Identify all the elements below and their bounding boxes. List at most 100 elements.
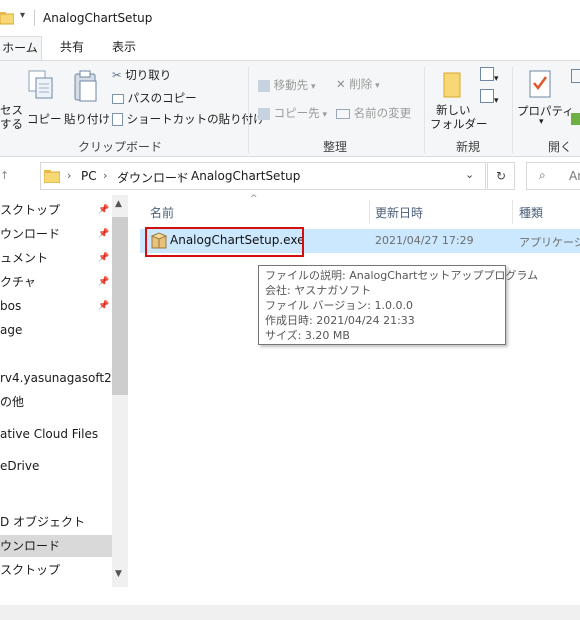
nav-item-onedrive[interactable]: eDrive	[0, 455, 112, 477]
nav-label: eDrive	[0, 459, 40, 473]
chevron-down-icon[interactable]: ⌄	[465, 168, 474, 181]
pin-icon: 📌	[98, 301, 110, 311]
chevron-right-icon[interactable]: ›	[103, 169, 107, 182]
new-folder-button[interactable]: 新しい フォルダー	[430, 69, 488, 135]
copy-path-button[interactable]: パスのコピー	[112, 90, 197, 106]
nav-label: bos	[0, 299, 22, 313]
file-type: アプリケーション	[519, 236, 580, 249]
nav-label: ウンロード	[0, 227, 61, 241]
nav-item-server[interactable]: rv4.yasunagasoft2.com	[0, 367, 112, 389]
address-row: ↑ › PC › ダウンロード › AnalogChartSetup ⌄ ↻ ⌕…	[0, 157, 580, 195]
properties-button[interactable]: プロパティ ▾	[517, 69, 574, 135]
new-folder-icon	[443, 72, 461, 98]
tooltip-description: ファイルの説明: AnalogChartセットアッププログラム	[265, 269, 539, 282]
nav-item-other[interactable]: の他	[0, 391, 112, 413]
cut-button[interactable]: ✂ 切り取り	[112, 67, 171, 83]
highlight-box	[145, 227, 304, 257]
copy-to-icon	[258, 107, 270, 120]
delete-button[interactable]: ✕ 削除 ▾	[336, 76, 380, 92]
properties-label: プロパティ	[517, 104, 574, 118]
ribbon-separator	[424, 67, 425, 153]
search-input[interactable]: ⌕ An	[526, 162, 580, 190]
refresh-button[interactable]: ↻	[487, 162, 515, 190]
tooltip-size: サイズ: 3.20 MB	[265, 329, 350, 342]
column-divider[interactable]	[369, 200, 370, 224]
nav-item-age[interactable]: age	[0, 319, 112, 341]
nav-item-3d-objects[interactable]: D オブジェクト	[0, 511, 112, 533]
pin-icon: 📌	[98, 277, 110, 287]
new-group-label: 新規	[455, 140, 480, 154]
column-header-modified[interactable]: 更新日時	[375, 204, 423, 222]
copy-button[interactable]: コピー	[26, 69, 62, 133]
copy-to-label: コピー先	[273, 106, 320, 120]
folder-icon	[0, 12, 14, 25]
breadcrumb-pc[interactable]: PC	[81, 169, 97, 183]
cut-label: 切り取り	[125, 68, 172, 82]
new-item-button[interactable]: ▾	[480, 67, 499, 84]
paste-shortcut-button[interactable]: ショートカットの貼り付け	[112, 111, 265, 127]
tab-home[interactable]: ホーム	[0, 36, 42, 61]
quick-access-pin-button[interactable]: セス する	[0, 103, 23, 131]
move-icon	[258, 79, 270, 92]
chevron-right-icon[interactable]: ›	[177, 169, 181, 182]
copy-path-label: パスのコピー	[127, 91, 197, 105]
nav-item-desktop[interactable]: スクトップ	[0, 559, 112, 581]
quick-access-dropdown-icon[interactable]: ▾	[20, 10, 25, 21]
edit-icon-partial[interactable]	[571, 113, 580, 128]
move-to-label: 移動先	[273, 78, 309, 92]
column-divider[interactable]	[512, 200, 513, 224]
ribbon-tabs: ホーム 共有 表示	[0, 36, 580, 61]
pin-icon: 📌	[98, 205, 110, 215]
search-icon: ⌕	[539, 168, 546, 182]
nav-label: スクトップ	[0, 563, 61, 577]
scroll-up-icon[interactable]: ▲	[115, 199, 122, 209]
breadcrumb-current[interactable]: AnalogChartSetup	[191, 169, 300, 183]
column-header-type[interactable]: 種類	[519, 204, 543, 222]
copy-to-button[interactable]: コピー先 ▾	[258, 105, 327, 121]
nav-item-bos[interactable]: bos 📌	[0, 295, 112, 317]
column-header-name[interactable]: 名前	[150, 204, 174, 222]
navigation-pane: スクトップ 📌 ウンロード 📌 ュメント 📌 クチャ 📌 bos 📌 age rv4.ya…	[0, 195, 130, 605]
nav-item-pictures[interactable]: クチャ 📌	[0, 271, 112, 293]
paste-shortcut-label: ショートカットの貼り付け	[126, 112, 265, 126]
tab-view[interactable]: 表示	[104, 36, 144, 60]
ribbon: セス する コピー 貼り付け ✂ 切り取り パスのコピー ショートカットの貼り付…	[0, 60, 580, 157]
nav-item-documents[interactable]: ュメント 📌	[0, 247, 112, 269]
open-group-label: 開く	[548, 140, 573, 154]
open-icon	[571, 69, 580, 83]
status-bar	[0, 605, 580, 620]
sidebar-scrollbar-thumb[interactable]	[112, 217, 128, 395]
easy-access-icon	[480, 89, 494, 103]
folder-icon	[44, 170, 60, 183]
rename-button[interactable]: 名前の変更	[336, 105, 411, 121]
paste-label: 貼り付け	[64, 112, 110, 126]
tab-share[interactable]: 共有	[52, 36, 92, 60]
edit-icon	[571, 113, 580, 125]
nav-item-creative-cloud[interactable]: ative Cloud Files	[0, 423, 112, 445]
refresh-icon: ↻	[495, 169, 507, 183]
path-icon	[112, 93, 124, 104]
rename-label: 名前の変更	[353, 106, 412, 120]
nav-item-downloads-selected[interactable]: ウンロード	[0, 535, 112, 557]
pin-icon: 📌	[98, 253, 110, 263]
scroll-down-icon[interactable]: ▼	[115, 569, 122, 579]
sort-up-icon: ^	[250, 194, 258, 204]
open-icon-partial[interactable]	[571, 69, 580, 86]
tab-home-label: ホーム	[2, 41, 38, 55]
delete-x-icon: ✕	[336, 77, 346, 91]
paste-button[interactable]: 貼り付け	[62, 69, 110, 133]
delete-label: 削除	[349, 77, 373, 91]
chevron-right-icon[interactable]: ›	[67, 169, 71, 182]
paste-icon	[74, 70, 97, 102]
address-bar[interactable]: › PC › ダウンロード › AnalogChartSetup ⌄	[40, 162, 486, 190]
title-divider	[34, 10, 35, 26]
nav-item-downloads-pinned[interactable]: ウンロード 📌	[0, 223, 112, 245]
clipboard-group-label: クリップボード	[77, 140, 162, 154]
move-to-button[interactable]: 移動先 ▾	[258, 77, 316, 93]
nav-item-desktop-pinned[interactable]: スクトップ 📌	[0, 199, 112, 221]
easy-access-button[interactable]: ▾	[480, 89, 499, 106]
up-arrow-icon[interactable]: ↑	[0, 169, 9, 182]
nav-label: rv4.yasunagasoft2.com	[0, 371, 112, 385]
tooltip-version: ファイル バージョン: 1.0.0.0	[265, 299, 413, 312]
file-tooltip: ファイルの説明: AnalogChartセットアッププログラム 会社: ヤスナガ…	[258, 265, 539, 345]
